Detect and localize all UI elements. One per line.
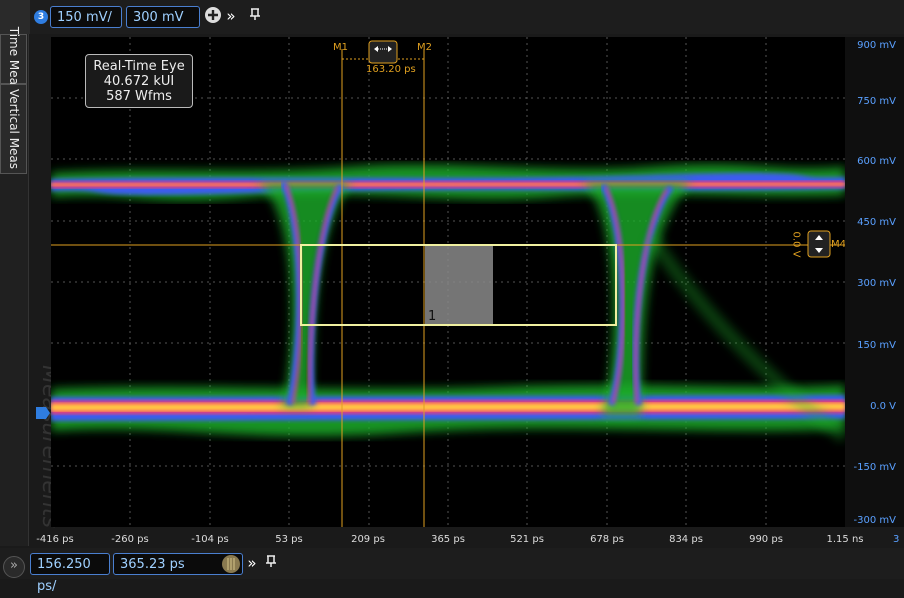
marker-m4-level: 0.0 V	[790, 231, 802, 258]
x-tick-label: 209 ps	[351, 534, 385, 545]
tab-vertical-meas[interactable]: Vertical Meas	[0, 84, 27, 174]
pin-icon[interactable]	[264, 553, 278, 573]
mask-number: 1	[428, 309, 437, 324]
y-axis-scale: 900 mV 750 mV 600 mV 450 mV 300 mV 150 m…	[845, 37, 904, 527]
vertical-offset-field[interactable]: 300 mV	[126, 6, 200, 28]
x-tick-label: 521 ps	[510, 534, 544, 545]
double-chevron-icon[interactable]: »	[222, 6, 240, 26]
tab-time-meas[interactable]: Time Meas	[0, 27, 27, 91]
y-tick-label: 900 mV	[857, 40, 896, 51]
delta-time-label: 163.20 ps	[366, 64, 416, 75]
x-tick-label: -416 ps	[36, 534, 74, 545]
x-tick-label: 365 ps	[431, 534, 465, 545]
y-tick-label: -300 mV	[853, 515, 896, 526]
x-tick-label: 990 ps	[749, 534, 783, 545]
x-tick-label: 53 ps	[275, 534, 303, 545]
channel-ground-marker[interactable]	[36, 404, 50, 419]
real-time-eye-info: Real-Time Eye 40.672 kUI 587 Wfms	[85, 54, 193, 108]
x-tick-label: 678 ps	[590, 534, 624, 545]
y-tick-label: 300 mV	[857, 278, 896, 289]
marker-m1-label: M1	[333, 42, 348, 53]
x-tick-label: -260 ps	[111, 534, 149, 545]
timebase-field[interactable]: 156.250 ps/	[30, 553, 110, 594]
eye-diagram-graphic	[51, 37, 850, 527]
lower-rail	[51, 385, 845, 437]
horizontal-toolbar: » 156.250 ps/ 365.23 ps »	[0, 548, 904, 594]
vertical-toolbar: 3 150 mV/ 300 mV »	[0, 0, 904, 34]
marker-m2-label: M2	[417, 42, 432, 53]
y-tick-label: -150 mV	[853, 462, 896, 473]
x-channel-tag: 3	[893, 534, 900, 545]
marker-m4-label: M4	[831, 239, 846, 250]
x-tick-label: 834 ps	[669, 534, 703, 545]
m4-handle[interactable]	[807, 230, 831, 258]
upper-rail	[51, 164, 845, 201]
y-tick-label: 450 mV	[857, 217, 896, 228]
expand-sidebar-icon[interactable]: »	[3, 556, 25, 578]
channel-badge[interactable]: 3	[34, 10, 48, 24]
info-waveforms: 587 Wfms	[106, 89, 172, 104]
y-tick-label: 600 mV	[857, 156, 896, 167]
delta-handle[interactable]	[368, 40, 398, 64]
pin-icon[interactable]	[248, 6, 262, 26]
y-tick-label: 0.0 V	[870, 401, 896, 412]
double-chevron-icon[interactable]: »	[244, 553, 260, 573]
measurement-sidebar: Time Meas Vertical Meas Measurements	[0, 27, 62, 546]
plus-circle-icon[interactable]	[204, 6, 222, 26]
x-tick-label: 1.15 ns	[826, 534, 864, 545]
x-tick-label: -104 ps	[191, 534, 229, 545]
info-unit-intervals: 40.672 kUI	[103, 74, 175, 89]
left-eye-crossing	[256, 180, 351, 407]
info-title: Real-Time Eye	[93, 59, 185, 74]
y-tick-label: 150 mV	[857, 340, 896, 351]
y-tick-label: 750 mV	[857, 96, 896, 107]
knob-icon[interactable]	[221, 554, 241, 574]
vertical-scale-field[interactable]: 150 mV/	[50, 6, 122, 28]
eye-diagram-plot[interactable]: M1 M2 163.20 ps M4 0.0 V 1	[51, 37, 850, 527]
